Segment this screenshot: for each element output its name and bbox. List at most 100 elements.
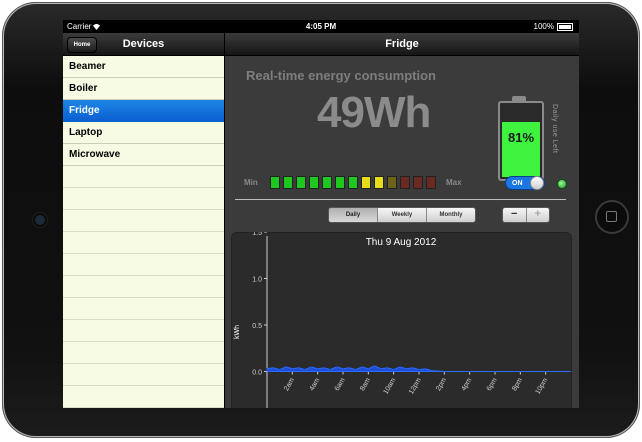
meter-segment — [361, 176, 371, 189]
x-tick-label: 4pm — [461, 377, 474, 392]
x-tick-label: 10pm — [535, 377, 550, 396]
data-point — [374, 365, 376, 367]
chart-svg: 1.51.00.50.0-0.52am4am6am8am10am12pm2pm4… — [234, 232, 572, 408]
zoom-stepper: − + — [502, 207, 550, 223]
home-square-icon — [606, 211, 617, 222]
meter-segment — [296, 176, 306, 189]
data-point — [342, 368, 344, 370]
camera-icon — [33, 213, 47, 227]
battery-percent: 81% — [507, 130, 535, 145]
realtime-title: Real-time energy consumption — [246, 68, 436, 83]
x-tick-label: 4am — [309, 377, 322, 392]
meter-segment — [387, 176, 397, 189]
list-item-microwave[interactable]: Microwave — [63, 144, 224, 166]
detail-panel: Real-time energy consumption 49Wh Min Ma… — [225, 56, 579, 408]
device-list: Beamer Boiler Fridge Laptop Microwave — [63, 56, 224, 408]
data-point — [412, 367, 414, 369]
data-point — [304, 369, 306, 371]
devices-title: Devices — [122, 38, 165, 50]
data-point — [393, 369, 395, 371]
y-tick-label: 1.0 — [252, 277, 262, 284]
x-tick-label: 2pm — [435, 377, 448, 392]
daily-use-left-label: Daily use Left — [551, 104, 558, 154]
plus-button[interactable]: + — [526, 208, 549, 222]
data-point — [380, 368, 382, 370]
detail-title: Fridge — [385, 38, 419, 50]
data-point — [285, 366, 287, 368]
data-point — [519, 370, 521, 373]
range-segmented-control: Daily Weekly Monthly — [328, 207, 476, 223]
data-point — [405, 368, 407, 370]
battery-cap — [512, 96, 526, 101]
toggle-label: ON — [512, 180, 523, 187]
y-tick-label: 1.5 — [252, 232, 262, 237]
data-point — [443, 370, 445, 373]
meter-segment — [400, 176, 410, 189]
data-point — [272, 367, 274, 369]
tab-weekly[interactable]: Weekly — [378, 208, 427, 222]
consumption-chart: 1.51.00.50.0-0.52am4am6am8am10am12pm2pm4… — [231, 232, 572, 408]
data-point — [317, 368, 319, 370]
data-point — [545, 370, 547, 373]
battery-percent-label: 100% — [533, 22, 554, 31]
y-tick-label: 0.5 — [252, 323, 262, 330]
data-point — [361, 366, 363, 368]
status-bar: Carrier 4:05 PM 100% — [63, 20, 579, 33]
list-item-beamer[interactable]: Beamer — [63, 56, 224, 78]
minus-button[interactable]: − — [503, 208, 527, 222]
toggle-knob — [530, 176, 544, 190]
chart-title: Thu 9 Aug 2012 — [366, 237, 437, 248]
tab-monthly[interactable]: Monthly — [427, 208, 475, 222]
data-point — [424, 368, 426, 370]
home-button[interactable]: Home — [67, 37, 97, 53]
x-tick-label: 12pm — [408, 377, 423, 396]
battery-status: 100% — [534, 20, 573, 33]
devices-nav-bar: Home Devices — [63, 33, 224, 56]
data-point — [469, 370, 471, 373]
meter-min-label: Min — [244, 178, 258, 187]
meter-segment — [413, 176, 423, 189]
data-point — [386, 367, 388, 369]
data-point — [418, 369, 420, 371]
home-hardware-button[interactable] — [595, 200, 629, 234]
screen: Carrier 4:05 PM 100% Home Devices Fridge… — [63, 20, 579, 408]
tab-daily[interactable]: Daily — [329, 208, 378, 222]
clock: 4:05 PM — [305, 22, 337, 31]
meter-segment — [283, 176, 293, 189]
meter-segment — [374, 176, 384, 189]
daily-battery-gauge: 81% — [498, 96, 544, 181]
meter-segment — [270, 176, 280, 189]
x-tick-label: 6pm — [486, 377, 499, 392]
y-tick-label: 0.0 — [252, 370, 262, 377]
data-point — [298, 367, 300, 369]
data-point — [494, 370, 496, 373]
data-point — [329, 369, 331, 371]
list-item-laptop[interactable]: Laptop — [63, 122, 224, 144]
y-axis-label: kWh — [234, 325, 241, 339]
data-point — [310, 366, 312, 368]
detail-nav-bar: Fridge — [225, 33, 579, 56]
status-led-icon — [557, 179, 567, 189]
data-point — [570, 370, 572, 373]
x-tick-label: 8pm — [511, 377, 524, 392]
data-point — [266, 368, 268, 370]
data-point — [336, 366, 338, 368]
x-tick-label: 6am — [334, 377, 347, 392]
data-point — [431, 369, 433, 372]
meter-segment — [348, 176, 358, 189]
list-item-boiler[interactable]: Boiler — [63, 78, 224, 100]
battery-icon — [557, 22, 573, 31]
meter-max-label: Max — [446, 178, 462, 187]
data-point — [399, 366, 401, 368]
consumption-value: 49Wh — [317, 88, 431, 137]
divider-line — [235, 199, 566, 200]
data-point — [355, 369, 357, 371]
x-tick-label: 8am — [359, 377, 372, 392]
x-tick-label: 10am — [383, 377, 398, 396]
data-point — [323, 367, 325, 369]
data-point — [291, 368, 293, 370]
meter-segment — [322, 176, 332, 189]
meter-segment — [426, 176, 436, 189]
power-toggle[interactable]: ON — [505, 176, 545, 190]
list-item-fridge[interactable]: Fridge — [63, 100, 224, 122]
